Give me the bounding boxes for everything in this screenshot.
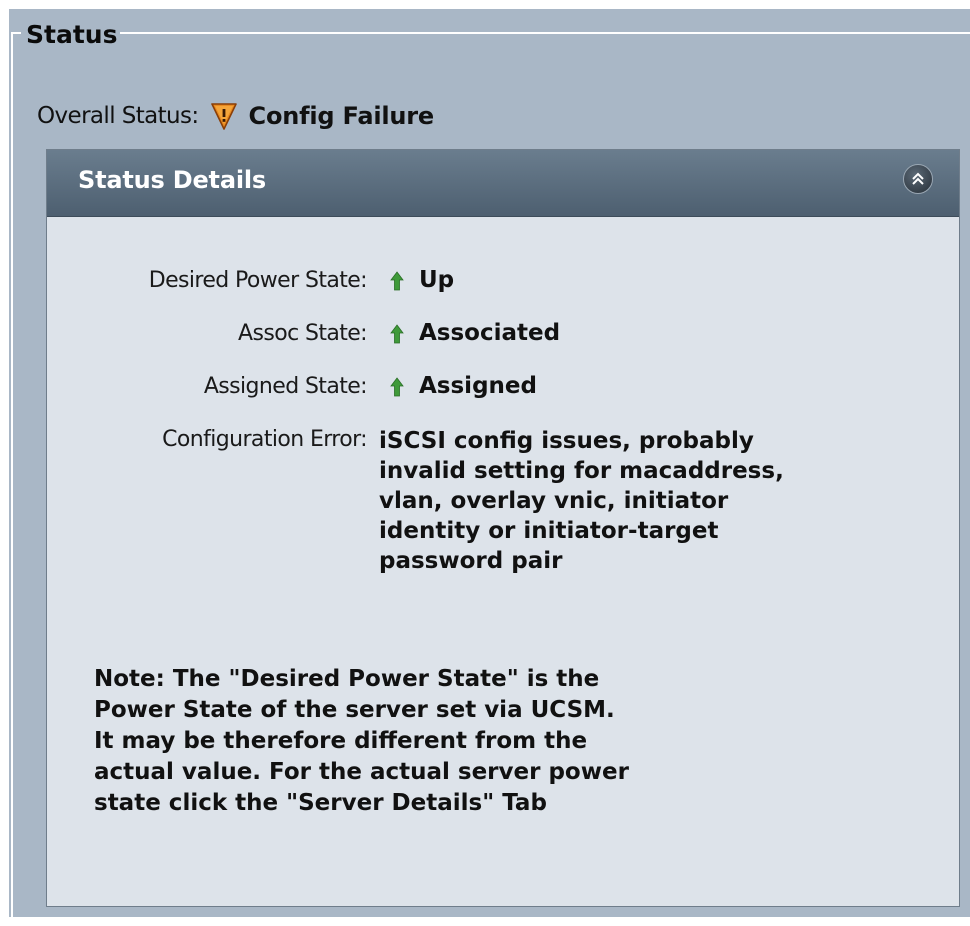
status-panel: Status Overall Status: Config Failure St… [9, 9, 970, 917]
status-details-title: Status Details [78, 166, 266, 194]
collapse-button[interactable] [903, 164, 933, 194]
note-line: state click the "Server Details" Tab [94, 790, 547, 816]
status-details-header[interactable]: Status Details [47, 150, 959, 217]
desired-power-state-value: Up [419, 267, 455, 293]
overall-status-value: Config Failure [248, 102, 435, 130]
up-arrow-icon [390, 377, 404, 397]
assoc-state-label: Assoc State: [238, 321, 368, 346]
note-line: It may be therefore different from the [94, 728, 588, 754]
status-legend: Status [21, 20, 121, 50]
configuration-error-value: iSCSI config issues, probably invalid se… [379, 426, 899, 576]
desired-power-state-row: Desired Power State: Up [47, 260, 959, 300]
power-state-note: Note: The "Desired Power State" is the P… [94, 664, 774, 819]
assigned-state-label: Assigned State: [203, 374, 368, 399]
status-details-panel: Status Details Desired Power State: Up A… [46, 149, 960, 907]
configuration-error-line: password pair [379, 548, 563, 574]
assoc-state-row: Assoc State: Associated [47, 313, 959, 353]
overall-status-label: Overall Status: [37, 103, 199, 129]
configuration-error-line: invalid setting for macaddress, [379, 458, 784, 484]
up-arrow-icon [390, 324, 404, 344]
assigned-state-value: Assigned [419, 373, 537, 399]
assoc-state-value: Associated [419, 320, 561, 346]
note-line: Power State of the server set via UCSM. [94, 697, 615, 723]
overall-status-row: Overall Status: Config Failure [37, 95, 434, 137]
note-line: Note: The "Desired Power State" is the [94, 666, 600, 692]
configuration-error-line: iSCSI config issues, probably [379, 428, 754, 454]
configuration-error-label: Configuration Error: [162, 427, 367, 452]
configuration-error-line: identity or initiator-target [379, 518, 719, 544]
desired-power-state-label: Desired Power State: [148, 268, 368, 293]
warning-shield-icon [210, 102, 237, 130]
configuration-error-row: Configuration Error: iSCSI config issues… [47, 419, 959, 599]
note-line: actual value. For the actual server powe… [94, 759, 629, 785]
double-chevron-up-icon [912, 172, 924, 185]
up-arrow-icon [390, 271, 404, 291]
configuration-error-line: vlan, overlay vnic, initiator [379, 488, 729, 514]
assigned-state-row: Assigned State: Assigned [47, 366, 959, 406]
